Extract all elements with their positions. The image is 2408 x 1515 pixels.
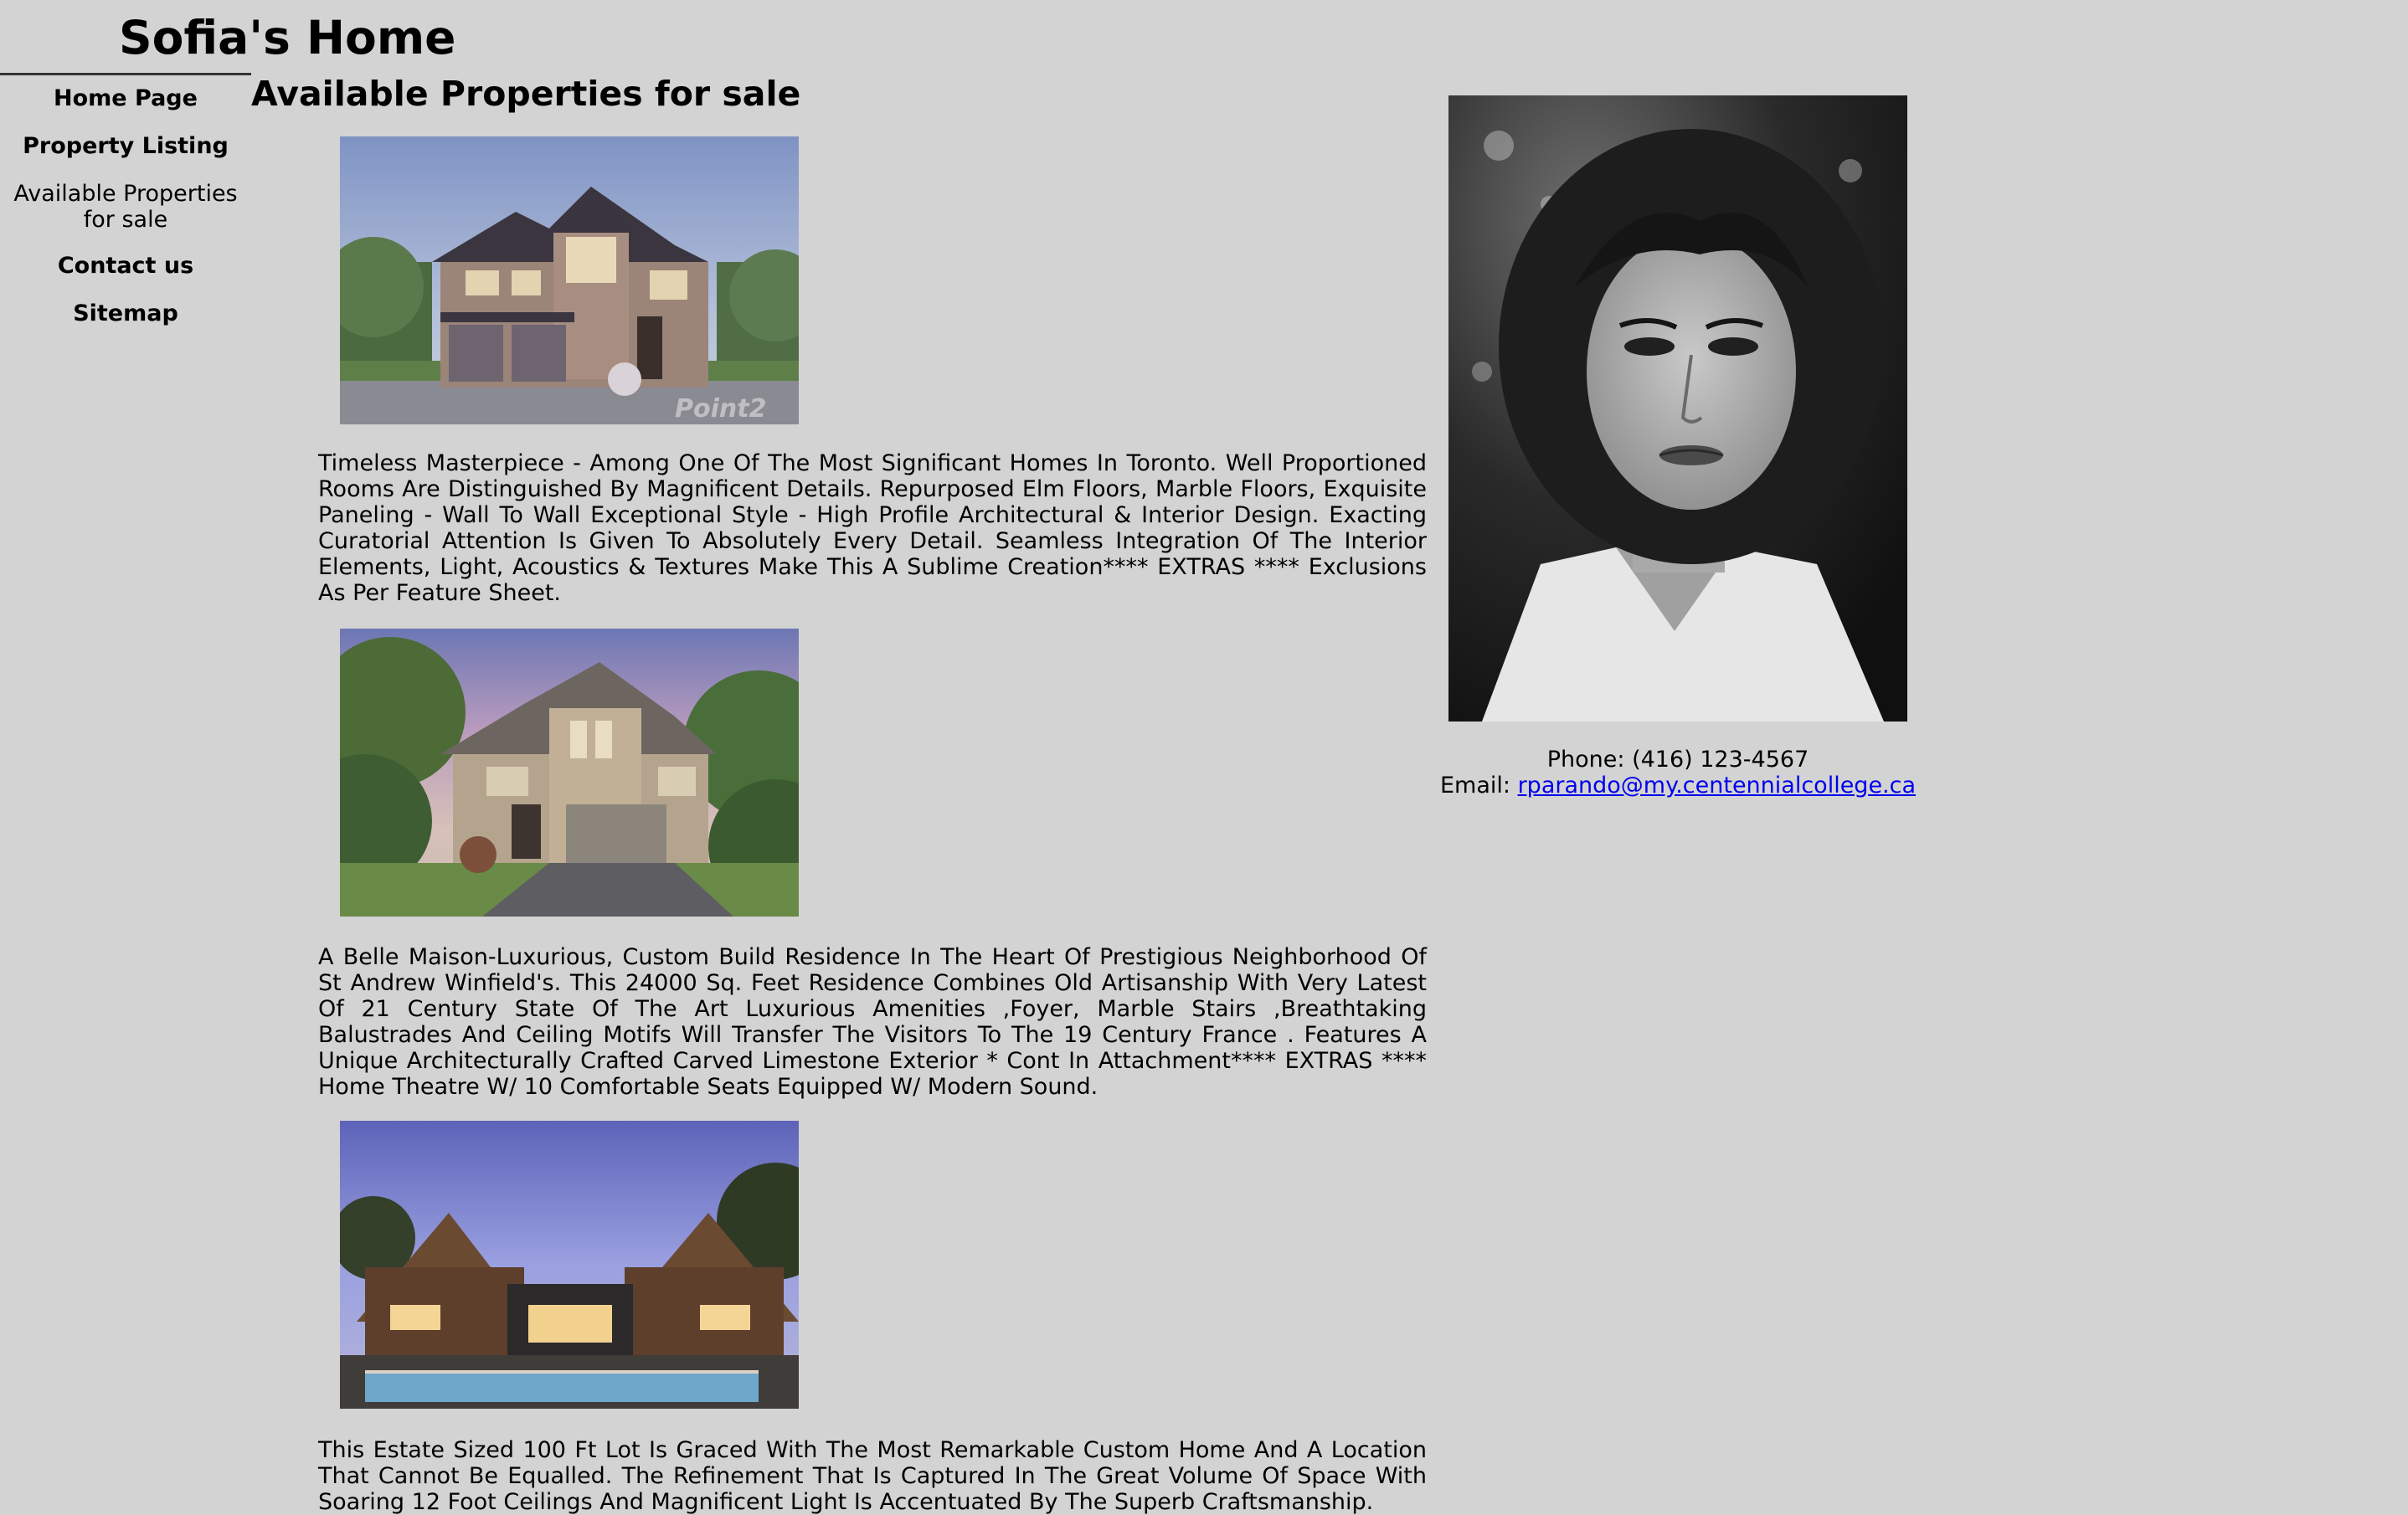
email-line: Email: rparando@my.centennialcollege.ca bbox=[1423, 773, 1932, 799]
sidebar-nav: Home Page Property Listing Available Pro… bbox=[0, 85, 251, 348]
agent-portrait bbox=[1448, 95, 1907, 722]
listing-photo-3 bbox=[340, 1121, 799, 1409]
listing-photo-1: Point2 bbox=[340, 136, 799, 424]
site-title: Sofia's Home bbox=[119, 11, 456, 64]
title-divider bbox=[0, 73, 251, 75]
page-heading: Available Properties for sale bbox=[251, 74, 801, 114]
email-label: Email: bbox=[1439, 773, 1510, 799]
nav-item-sitemap[interactable]: Sitemap bbox=[8, 300, 243, 326]
listing-description-3: This Estate Sized 100 Ft Lot Is Graced W… bbox=[318, 1437, 1427, 1515]
phone-number: Phone: (416) 123-4567 bbox=[1546, 747, 1809, 773]
nav-item-contact-us[interactable]: Contact us bbox=[8, 253, 243, 279]
nav-item-home-page[interactable]: Home Page bbox=[8, 85, 243, 111]
point2-watermark: Point2 bbox=[675, 394, 766, 424]
nav-item-available-properties: Available Properties for sale bbox=[13, 181, 238, 233]
nav-item-property-listing[interactable]: Property Listing bbox=[8, 133, 243, 159]
contact-info: Phone: (416) 123-4567 Email: rparando@my… bbox=[1423, 747, 1932, 799]
listing-photo-2 bbox=[340, 629, 799, 917]
listing-description-2: A Belle Maison-Luxurious, Custom Build R… bbox=[318, 944, 1427, 1100]
email-link[interactable]: rparando@my.centennialcollege.ca bbox=[1518, 773, 1916, 799]
listing-description-1: Timeless Masterpiece - Among One Of The … bbox=[318, 450, 1427, 606]
